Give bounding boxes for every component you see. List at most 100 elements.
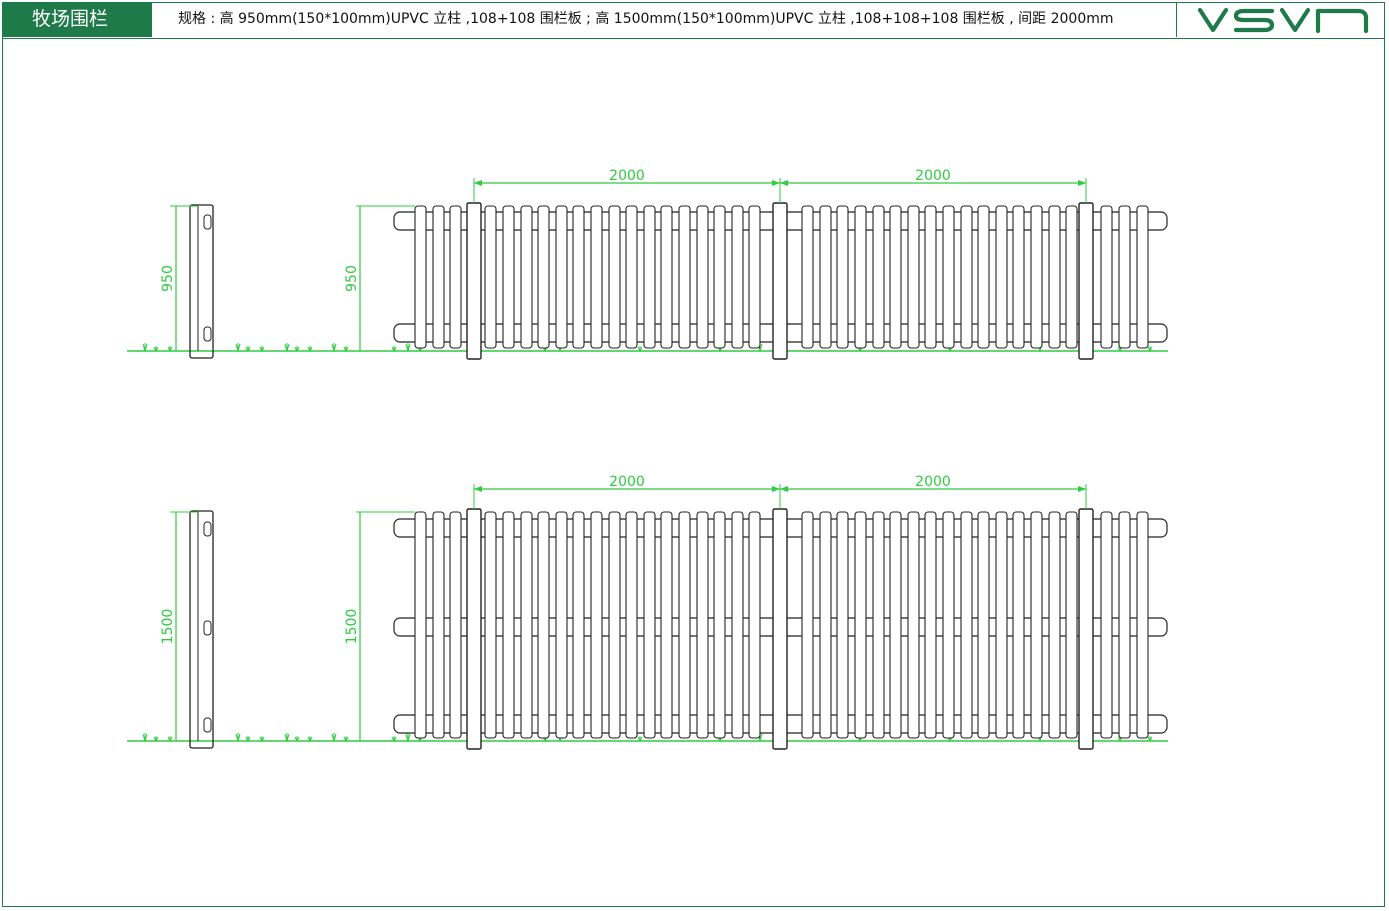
- post: [466, 508, 482, 750]
- picket: [836, 511, 849, 739]
- picket: [643, 511, 656, 739]
- side-height-label: 950: [160, 265, 176, 292]
- picket: [520, 511, 533, 739]
- grass-mark: [405, 343, 411, 353]
- picket: [432, 205, 445, 349]
- side-view-rail: [203, 326, 212, 342]
- picket: [924, 511, 937, 739]
- picket: [1012, 205, 1025, 349]
- front-height-label: 950: [344, 265, 360, 292]
- picket: [449, 511, 462, 739]
- side-view-post: [189, 204, 214, 359]
- picket: [414, 205, 427, 349]
- post: [466, 202, 482, 360]
- span-label: 2000: [609, 474, 645, 490]
- picket: [608, 511, 621, 739]
- grass-mark: [235, 733, 241, 743]
- grass-mark: [637, 736, 643, 743]
- picket: [1030, 511, 1043, 739]
- grass-mark: [284, 343, 290, 353]
- picket: [713, 205, 726, 349]
- picket: [942, 205, 955, 349]
- grass-mark: [142, 343, 148, 353]
- picket: [643, 205, 656, 349]
- picket: [520, 205, 533, 349]
- grass-mark: [235, 343, 241, 353]
- grass-mark: [307, 736, 313, 743]
- fence-drawing-1: 950 950 2000 2000: [127, 168, 1168, 360]
- picket: [889, 511, 902, 739]
- grass-mark: [259, 346, 265, 353]
- post: [772, 508, 788, 750]
- picket: [713, 511, 726, 739]
- picket: [1118, 511, 1131, 739]
- grass-mark: [167, 736, 173, 743]
- picket: [484, 205, 497, 349]
- picket: [801, 205, 814, 349]
- picket: [942, 511, 955, 739]
- picket: [555, 205, 568, 349]
- picket: [801, 511, 814, 739]
- picket: [995, 511, 1008, 739]
- picket: [907, 205, 920, 349]
- front-height-label: 1500: [344, 609, 360, 645]
- picket: [819, 511, 832, 739]
- picket: [854, 511, 867, 739]
- grass-mark: [153, 736, 159, 743]
- picket: [678, 205, 691, 349]
- post: [772, 202, 788, 360]
- grass-mark: [1147, 346, 1153, 353]
- side-height-label: 1500: [160, 609, 176, 645]
- grass-mark: [142, 733, 148, 743]
- picket: [977, 205, 990, 349]
- grass-mark: [1147, 736, 1153, 743]
- picket: [1030, 205, 1043, 349]
- grass-mark: [307, 346, 313, 353]
- picket: [889, 205, 902, 349]
- picket: [537, 511, 550, 739]
- picket: [572, 511, 585, 739]
- picket: [977, 511, 990, 739]
- picket: [872, 511, 885, 739]
- grass-mark: [245, 736, 251, 743]
- picket: [1118, 205, 1131, 349]
- side-view-rail: [203, 620, 212, 636]
- picket: [1136, 205, 1149, 349]
- picket: [625, 205, 638, 349]
- span-label: 2000: [915, 168, 951, 184]
- grass-mark: [343, 736, 349, 743]
- picket: [696, 511, 709, 739]
- picket: [748, 205, 761, 349]
- side-view-rail: [203, 717, 212, 733]
- post: [1078, 508, 1094, 750]
- grass-mark: [167, 346, 173, 353]
- picket: [960, 205, 973, 349]
- side-view-rail: [203, 521, 212, 537]
- side-view-post: [189, 510, 214, 749]
- picket: [1048, 511, 1061, 739]
- post: [1078, 202, 1094, 360]
- picket: [432, 511, 445, 739]
- picket: [1065, 511, 1078, 739]
- picket: [836, 205, 849, 349]
- picket: [1100, 511, 1113, 739]
- grass-mark: [153, 346, 159, 353]
- picket: [660, 511, 673, 739]
- fence-drawing-2: 1500 1500 2000 2000: [127, 474, 1168, 750]
- picket: [537, 205, 550, 349]
- picket: [854, 205, 867, 349]
- picket: [1012, 511, 1025, 739]
- picket: [1136, 511, 1149, 739]
- picket: [555, 511, 568, 739]
- picket: [960, 511, 973, 739]
- picket: [502, 205, 515, 349]
- span-label: 2000: [609, 168, 645, 184]
- picket: [502, 511, 515, 739]
- picket: [748, 511, 761, 739]
- grass-mark: [245, 346, 251, 353]
- picket: [696, 205, 709, 349]
- picket: [907, 511, 920, 739]
- picket: [590, 205, 603, 349]
- grass-mark: [391, 736, 397, 743]
- picket: [678, 511, 691, 739]
